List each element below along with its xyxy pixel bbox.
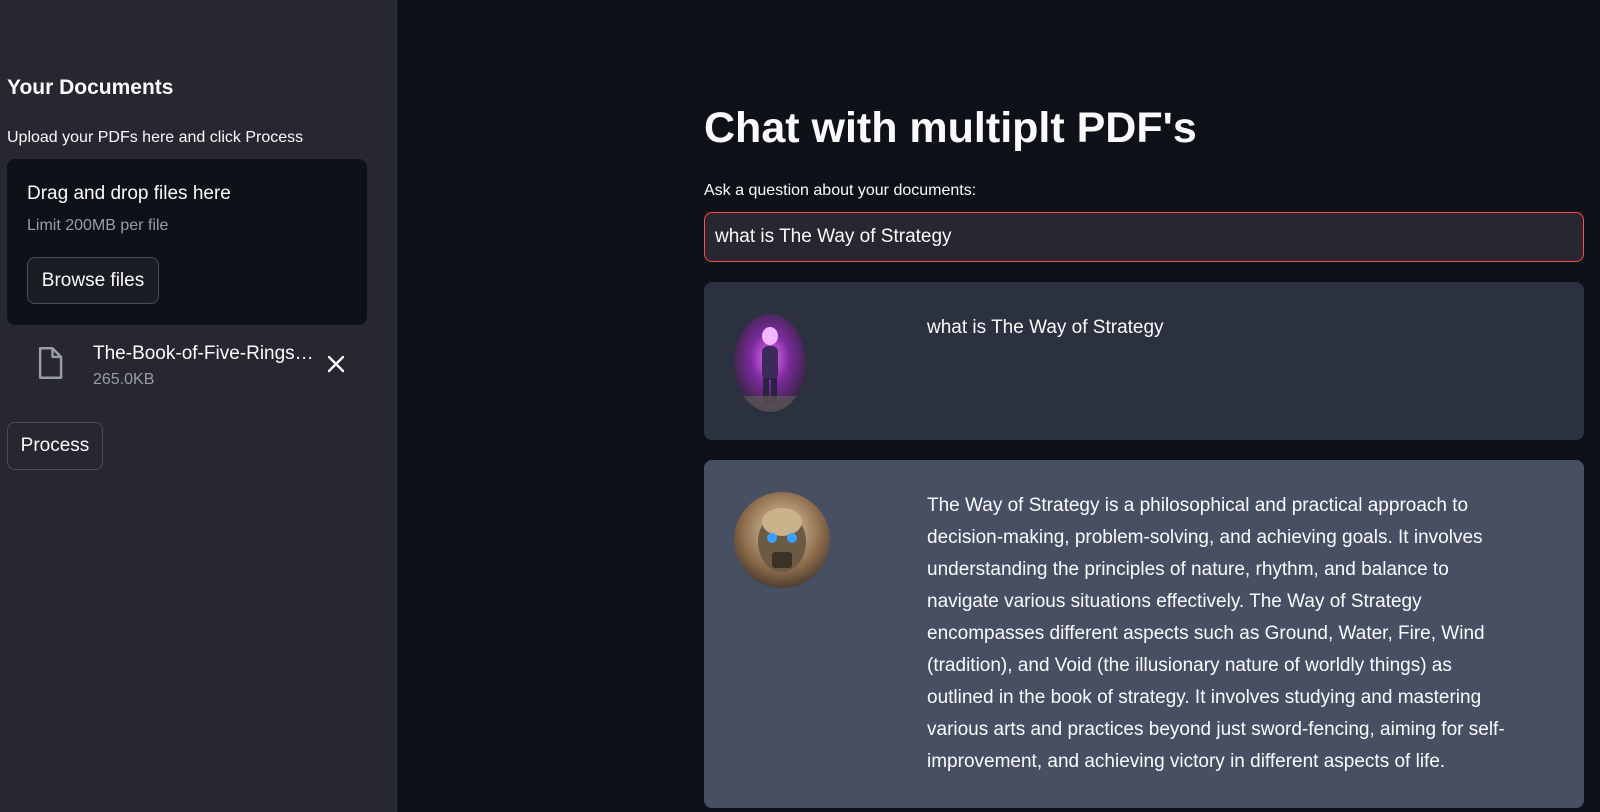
dropzone-title: Drag and drop files here [27, 183, 231, 204]
app: Your Documents Upload your PDFs here and… [0, 0, 1600, 812]
uploaded-file-item: The-Book-of-Five-Rings-… 265.0KB [7, 339, 367, 399]
sidebar-heading: Your Documents [7, 76, 174, 99]
dropzone-limit: Limit 200MB per file [27, 217, 169, 234]
question-input[interactable] [704, 212, 1584, 262]
file-dropzone[interactable]: Drag and drop files here Limit 200MB per… [7, 159, 367, 325]
file-name: The-Book-of-Five-Rings-… [93, 343, 315, 364]
user-avatar [734, 314, 806, 412]
browse-files-button[interactable]: Browse files [27, 257, 159, 304]
upload-instructions: Upload your PDFs here and click Process [7, 129, 304, 146]
bot-avatar [734, 492, 830, 588]
sidebar: Your Documents Upload your PDFs here and… [0, 0, 397, 812]
file-icon [38, 347, 63, 379]
process-button[interactable]: Process [7, 422, 103, 470]
bot-message: The Way of Strategy is a philosophical a… [704, 460, 1584, 808]
question-label: Ask a question about your documents: [704, 182, 977, 199]
page-title: Chat with multiplt PDF's [704, 104, 1197, 152]
file-size: 265.0KB [93, 371, 155, 388]
bot-message-text: The Way of Strategy is a philosophical a… [927, 495, 1505, 772]
user-message: what is The Way of Strategy [704, 282, 1584, 440]
close-icon[interactable] [325, 353, 347, 375]
user-message-text: what is The Way of Strategy [927, 317, 1164, 338]
